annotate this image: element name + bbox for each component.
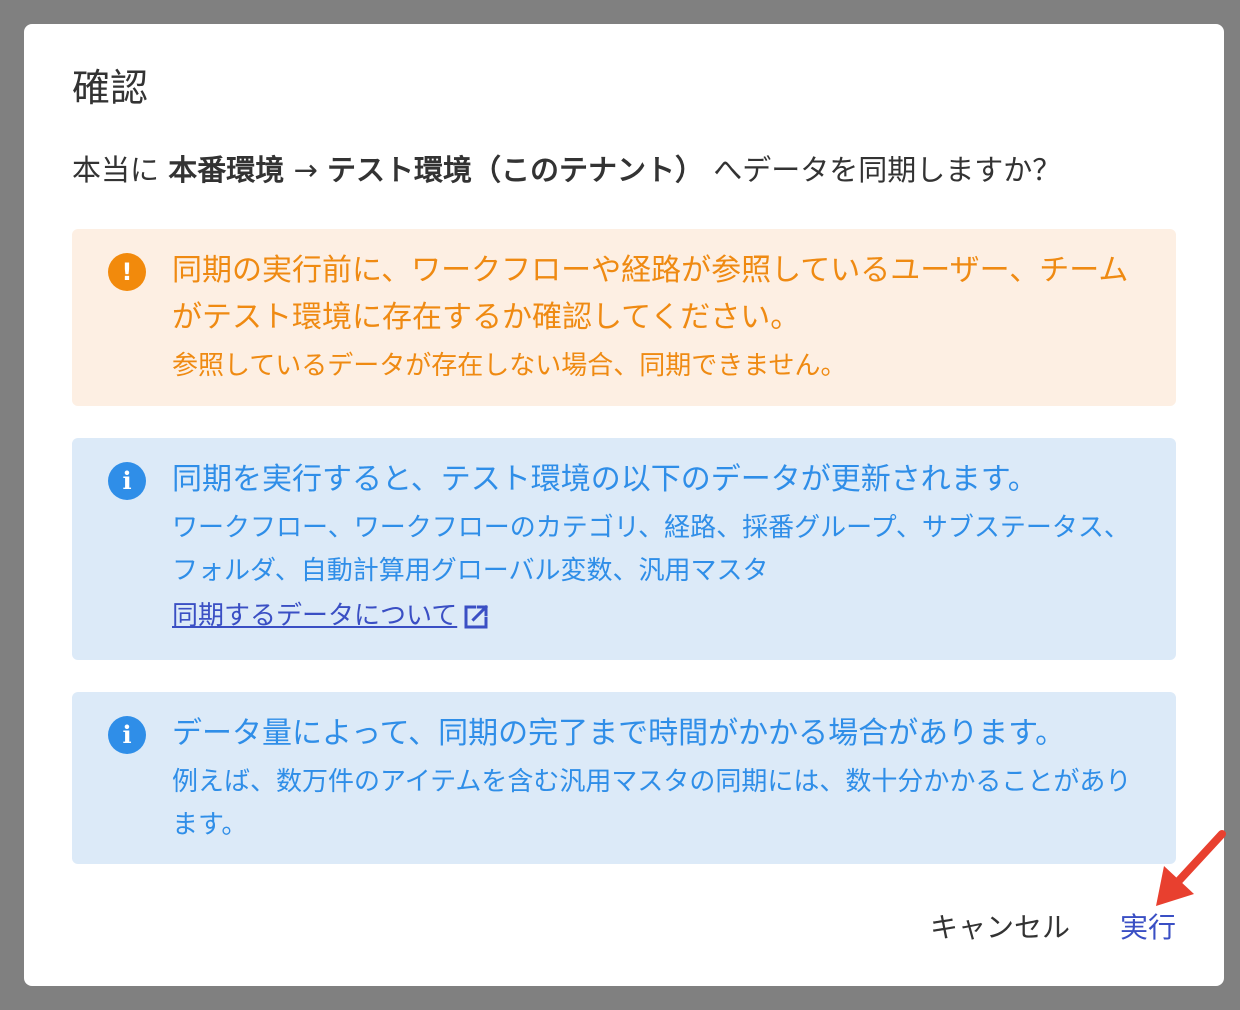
- dialog-title: 確認: [72, 66, 149, 110]
- question-target-env: テスト環境（このテナント）: [326, 153, 704, 187]
- warning-detail: 参照しているデータが存在しない場合、同期できません。: [172, 351, 847, 381]
- info-box-update: i 同期を実行すると、テスト環境の以下のデータが更新されます。 ワークフロー、ワ…: [72, 438, 1176, 660]
- info-update-detail: ワークフロー、ワークフローのカテゴリ、経路、採番グループ、サブステータス、フォル…: [172, 513, 1130, 586]
- question-source-env: 本番環境: [168, 153, 285, 187]
- warning-box: ! 同期の実行前に、ワークフローや経路が参照しているユーザー、チームがテスト環境…: [72, 229, 1176, 406]
- dialog-actions: キャンセル 実行: [930, 900, 1176, 952]
- sync-data-link-label: 同期するデータについて: [172, 601, 458, 631]
- exclamation-icon: !: [108, 253, 146, 291]
- confirm-question: 本当に 本番環境 → テスト環境（このテナント） へデータを同期しますか？: [72, 150, 1061, 190]
- cancel-button[interactable]: キャンセル: [930, 900, 1070, 952]
- annotation-arrow-icon: [1156, 830, 1226, 906]
- question-suffix: へデータを同期しますか？: [704, 153, 1062, 187]
- external-link-icon: [464, 604, 489, 628]
- info-box-time: i データ量によって、同期の完了まで時間がかかる場合があります。 例えば、数万件…: [72, 692, 1176, 864]
- info-icon: i: [108, 716, 146, 754]
- sync-data-link[interactable]: 同期するデータについて: [172, 595, 491, 638]
- confirm-dialog: 確認 本当に 本番環境 → テスト環境（このテナント） へデータを同期しますか？…: [24, 24, 1224, 986]
- info-icon: i: [108, 462, 146, 500]
- warning-headline: 同期の実行前に、ワークフローや経路が参照しているユーザー、チームがテスト環境に存…: [172, 253, 1129, 335]
- question-arrow: →: [284, 153, 327, 187]
- question-prefix: 本当に: [72, 153, 169, 187]
- info-time-headline: データ量によって、同期の完了まで時間がかかる場合があります。: [172, 716, 1066, 751]
- info-time-detail: 例えば、数万件のアイテムを含む汎用マスタの同期には、数十分かかることがあります。: [172, 767, 1132, 840]
- info-update-headline: 同期を実行すると、テスト環境の以下のデータが更新されます。: [172, 462, 1038, 497]
